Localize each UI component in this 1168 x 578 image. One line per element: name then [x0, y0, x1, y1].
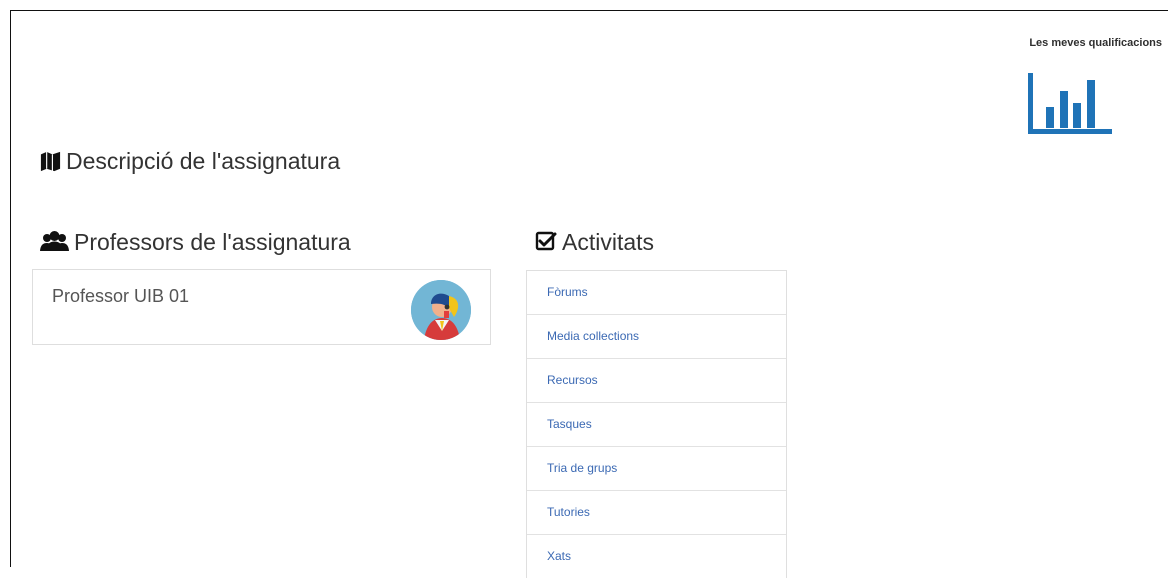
course-description-title: Descripció de l'assignatura	[66, 148, 341, 174]
users-icon	[40, 231, 69, 251]
teacher-avatar	[411, 280, 471, 340]
course-professors-heading: Professors de l'assignatura	[39, 230, 351, 254]
professor-name: Professor UIB 01	[52, 286, 190, 306]
activities-list: Fòrums Media collections Recursos Tasque…	[526, 270, 787, 578]
activities-title: Activitats	[562, 228, 655, 255]
activity-chats-link[interactable]: Xats	[527, 535, 786, 578]
activity-group-choice-link[interactable]: Tria de grups	[527, 447, 786, 491]
bar-chart-icon	[1028, 73, 1112, 134]
page-frame: Les meves qualificacions Descripció de l…	[10, 10, 1168, 578]
course-description-heading: Descripció de l'assignatura	[39, 150, 340, 173]
activity-resources-link[interactable]: Recursos	[527, 359, 786, 403]
check-square-icon	[535, 231, 557, 251]
activity-media-collections-link[interactable]: Media collections	[527, 315, 786, 359]
my-grades-label: Les meves qualificacions	[1029, 37, 1162, 49]
activity-tutorials-link[interactable]: Tutories	[527, 491, 786, 535]
course-professors-title: Professors de l'assignatura	[74, 228, 351, 255]
map-icon	[40, 151, 61, 172]
my-grades-link[interactable]: Les meves qualificacions	[982, 37, 1162, 134]
activity-assignments-link[interactable]: Tasques	[527, 403, 786, 447]
activities-heading: Activitats	[534, 230, 654, 254]
activity-forums-link[interactable]: Fòrums	[527, 271, 786, 315]
professor-card: Professor UIB 01	[32, 269, 491, 345]
